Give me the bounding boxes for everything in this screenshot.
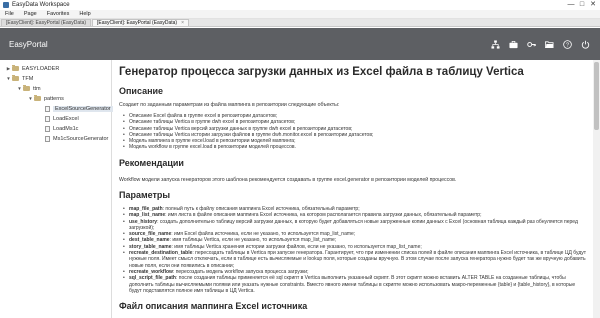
tree-item-label: TFM [22, 75, 34, 82]
collapse-arrow-icon[interactable]: ▼ [28, 96, 33, 101]
tree-item-label: LoadMs1c [53, 125, 79, 132]
section-heading-parameters: Параметры [119, 190, 171, 200]
file-icon [45, 135, 50, 142]
briefcase-icon[interactable] [507, 38, 520, 51]
help-icon[interactable]: ? [561, 38, 574, 51]
file-icon [45, 125, 50, 132]
tree-item-patterns[interactable]: ▼ patterns [28, 94, 64, 103]
parameter-description: : имя таблицы Vertica, если не указано, … [169, 237, 337, 244]
folder-icon [12, 65, 19, 71]
section-heading-mapping-file: Файл описания маппинга Excel источника [119, 301, 308, 311]
parameter-description: : имя листа в файле описания маппинга Ex… [165, 212, 482, 219]
tree-item-easyloader[interactable]: ▶ EASYLOADER [6, 64, 59, 73]
parameter-description: : имя таблицы Vertica хранения истории з… [171, 243, 422, 250]
repository-tree: ▶ EASYLOADER ▼ TFM ▼ ttm ▼ patterns Exce… [0, 60, 113, 318]
parameter-description: : имя Excel файла источника, если не ука… [171, 231, 356, 238]
tree-item-label: ttm [33, 85, 41, 92]
parameter-name: sql_script_file_path [129, 275, 176, 282]
tab-bar: [EasyClient]: EasyPortal (EasyData) [Eas… [0, 19, 600, 27]
folder-icon [12, 75, 19, 81]
folder-icon [23, 85, 30, 91]
parameter-item: use_history: создать дополнительно табли… [119, 219, 587, 232]
tab-easyportal-1[interactable]: [EasyClient]: EasyPortal (EasyData) [1, 19, 92, 26]
parameter-item: recreate_destination_table: пересоздать … [119, 250, 587, 269]
app-icon [3, 2, 9, 8]
tab-label: [EasyClient]: EasyPortal (EasyData) [97, 20, 178, 26]
parameter-name: recreate_destination_table [129, 250, 193, 257]
parameter-item: sql_script_file_path: после создания таб… [119, 275, 587, 294]
tree-item-loadexcel[interactable]: LoadExcel [39, 114, 79, 123]
file-icon [45, 105, 50, 112]
parameter-description: : после создания таблицы применяется её … [129, 275, 576, 294]
close-icon[interactable]: ✕ [588, 0, 598, 10]
expand-arrow-icon[interactable]: ▶ [6, 66, 11, 72]
tree-item-label: ExcelSourceGenerator [53, 105, 113, 112]
list-item: Модель workflow в группе excel.load в ре… [119, 144, 587, 151]
scrollbar-thumb[interactable] [594, 62, 599, 130]
collapse-arrow-icon[interactable]: ▼ [6, 76, 11, 81]
tree-item-ms1csourcegenerator[interactable]: Ms1cSourceGenerator [39, 134, 108, 143]
menu-favorites[interactable]: Favorites [42, 11, 75, 17]
page-title: Генератор процесса загрузки данных из Ex… [119, 66, 524, 78]
parameter-name: map_list_name [129, 212, 166, 219]
recommendations-text: Workflow модели запуска генераторов этог… [119, 177, 457, 183]
collapse-arrow-icon[interactable]: ▼ [17, 86, 22, 91]
tree-item-loadms1c[interactable]: LoadMs1c [39, 124, 78, 133]
window-title: EasyData Workspace [12, 2, 70, 8]
tree-item-excelsourcegenerator[interactable]: ExcelSourceGenerator [39, 104, 113, 113]
parameter-description: : пересоздать таблицы в Vertica при запу… [129, 250, 587, 269]
tab-label: [EasyClient]: EasyPortal (EasyData) [6, 20, 87, 26]
tree-item-label: patterns [44, 95, 64, 102]
menu-file[interactable]: File [0, 11, 19, 17]
parameter-name: dest_table_name [129, 237, 170, 244]
vertical-scrollbar[interactable] [593, 60, 600, 318]
menu-page[interactable]: Page [19, 11, 42, 17]
tree-item-ttm[interactable]: ▼ ttm [17, 84, 41, 93]
tab-easyportal-2[interactable]: [EasyClient]: EasyPortal (EasyData) × [92, 19, 189, 26]
tree-item-label: Ms1cSourceGenerator [53, 135, 109, 142]
tab-close-icon[interactable]: × [181, 20, 184, 26]
app-name: EasyPortal [9, 39, 48, 49]
window-titlebar: EasyData Workspace — □ ✕ [0, 0, 600, 10]
description-intro: Создает по заданным параметрам из файла … [119, 102, 340, 108]
power-icon[interactable] [579, 38, 592, 51]
app-header: EasyPortal ? [0, 28, 600, 60]
document-view: Генератор процесса загрузки данных из Ex… [113, 60, 593, 318]
folder-open-icon[interactable] [543, 38, 556, 51]
parameters-list: map_file_path: полный путь к файлу описа… [119, 206, 587, 294]
description-list: Описание Excel файла в группе excel в ре… [119, 113, 587, 151]
menu-bar: File Page Favorites Help [0, 10, 600, 19]
header-toolbar: ? [484, 28, 592, 60]
hierarchy-icon[interactable] [489, 38, 502, 51]
minimize-icon[interactable]: — [566, 0, 576, 10]
file-icon [45, 115, 50, 122]
svg-text:?: ? [566, 42, 569, 48]
parameter-name: use_history [129, 218, 158, 225]
parameter-description: : создать дополнительно таблицу версий з… [129, 218, 578, 231]
key-icon[interactable] [525, 38, 538, 51]
section-heading-recommendations: Рекомендации [119, 158, 184, 168]
section-heading-description: Описание [119, 86, 164, 96]
parameter-name: story_table_name [129, 243, 172, 250]
maximize-icon[interactable]: □ [577, 0, 587, 10]
tree-item-tfm[interactable]: ▼ TFM [6, 74, 33, 83]
folder-icon [34, 95, 41, 101]
parameter-name: source_file_name [129, 231, 172, 238]
tree-item-label: EASYLOADER [22, 65, 60, 72]
tree-item-label: LoadExcel [53, 115, 79, 122]
menu-help[interactable]: Help [74, 11, 95, 17]
